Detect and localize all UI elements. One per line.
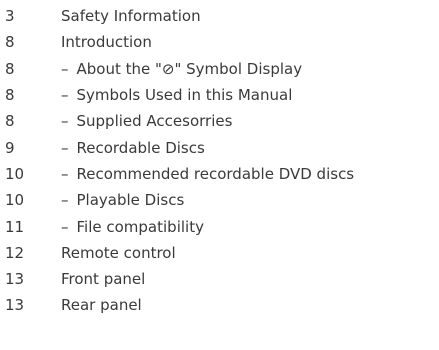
toc-entry-text: Supplied Accesorries bbox=[76, 112, 233, 131]
toc-page-number: 12 bbox=[5, 243, 25, 262]
toc-page-number: 8 bbox=[5, 33, 15, 52]
toc-page-number: 13 bbox=[5, 270, 25, 289]
toc-page-number: 8 bbox=[5, 59, 15, 78]
toc-subentry-marker: – bbox=[61, 164, 69, 183]
toc-entry-title: – Playable Discs bbox=[31, 191, 184, 209]
toc-page-number: 8 bbox=[5, 86, 15, 105]
toc-page-number: 13 bbox=[5, 296, 25, 315]
toc-subentry[interactable]: 11 – File compatibility bbox=[0, 213, 439, 239]
toc-entry-text: Safety Information bbox=[61, 7, 201, 26]
toc-subentry-marker: – bbox=[61, 59, 69, 78]
toc-page-number: 8 bbox=[5, 112, 15, 131]
toc-subentry[interactable]: 9 – Recordable Discs bbox=[0, 134, 439, 160]
toc-page-number: 9 bbox=[5, 138, 15, 157]
toc-subentry[interactable]: 8 – Symbols Used in this Manual bbox=[0, 82, 439, 108]
toc-page-number: 3 bbox=[5, 7, 15, 26]
table-of-contents: 3 Safety Information 8 Introduction 8– About … bbox=[0, 3, 439, 319]
toc-entry[interactable]: 3 Safety Information bbox=[0, 3, 439, 29]
toc-entry-text: About the "⊘" Symbol Display bbox=[76, 59, 303, 78]
toc-subentry[interactable]: 10 – Playable Discs bbox=[0, 187, 439, 213]
toc-subentry-marker: – bbox=[61, 191, 69, 210]
toc-entry-title: – File compatibility bbox=[31, 218, 204, 236]
toc-subentry[interactable]: 8 – About the "⊘" Symbol Display bbox=[0, 56, 439, 82]
toc-entry-text: File compatibility bbox=[76, 217, 204, 236]
toc-entry-text: Recordable Discs bbox=[76, 138, 205, 157]
toc-subentry[interactable]: 8 – Supplied Accesorries bbox=[0, 108, 439, 134]
toc-entry-title: – Supplied Accesorries bbox=[31, 112, 232, 130]
toc-entry-title: – Recommended recordable DVD discs bbox=[31, 165, 354, 183]
toc-entry-title: Introduction bbox=[31, 33, 152, 51]
toc-page-number: 10 bbox=[5, 164, 25, 183]
toc-page-number: 10 bbox=[5, 191, 25, 210]
toc-entry-title: – Symbols Used in this Manual bbox=[31, 86, 292, 104]
toc-entry[interactable]: 8 Introduction bbox=[0, 29, 439, 55]
toc-subentry-marker: – bbox=[61, 112, 69, 131]
toc-subentry-marker: – bbox=[61, 86, 69, 105]
toc-entry-text: Symbols Used in this Manual bbox=[76, 86, 293, 105]
toc-entry-title: Rear panel bbox=[31, 296, 142, 314]
toc-entry-text: Recommended recordable DVD discs bbox=[76, 164, 355, 183]
toc-entry-text: Playable Discs bbox=[76, 191, 185, 210]
toc-entry-title: – About the "⊘" Symbol Display bbox=[31, 60, 302, 78]
toc-entry-text: Introduction bbox=[61, 33, 152, 52]
toc-entry-text: Front panel bbox=[61, 270, 146, 289]
toc-entry[interactable]: 12 Remote control bbox=[0, 240, 439, 266]
toc-subentry[interactable]: 10 – Recommended recordable DVD discs bbox=[0, 161, 439, 187]
toc-entry-title: Front panel bbox=[31, 270, 145, 288]
toc-subentry-marker: – bbox=[61, 217, 69, 236]
toc-page-number: 11 bbox=[5, 217, 25, 236]
toc-subentry-marker: – bbox=[61, 138, 69, 157]
toc-entry-title: Safety Information bbox=[31, 7, 201, 25]
toc-entry-text: Rear panel bbox=[61, 296, 142, 315]
toc-entry-title: – Recordable Discs bbox=[31, 139, 205, 157]
toc-entry-text: Remote control bbox=[61, 243, 176, 262]
toc-entry[interactable]: 13 Front panel bbox=[0, 266, 439, 292]
toc-entry-title: Remote control bbox=[31, 244, 176, 262]
toc-entry[interactable]: 13 Rear panel bbox=[0, 292, 439, 318]
